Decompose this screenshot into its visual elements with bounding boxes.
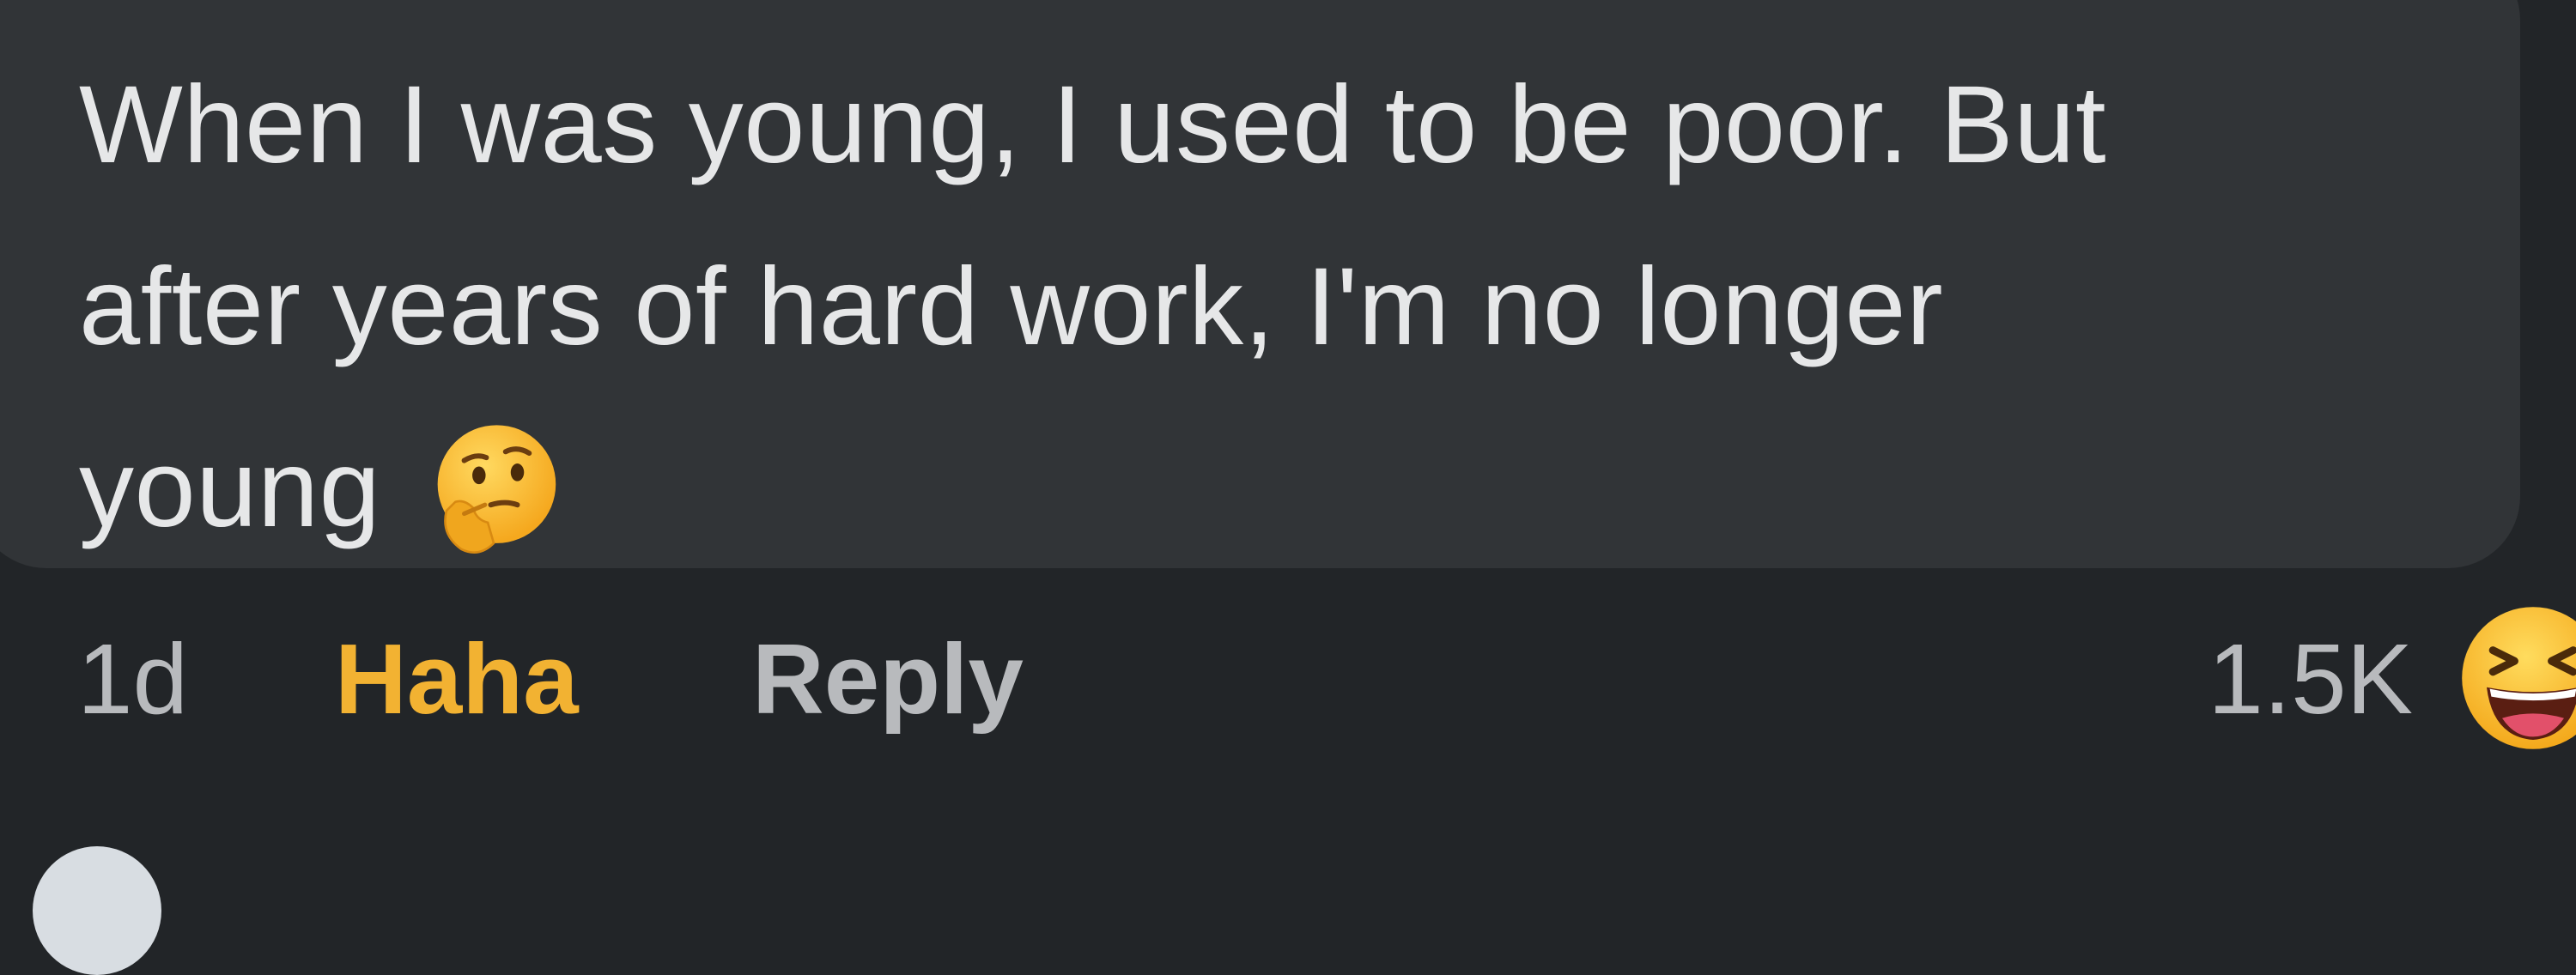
comment-text: When I was young, I used to be poor. But… bbox=[79, 34, 2500, 580]
reaction-count[interactable]: 1.5K bbox=[2208, 615, 2413, 743]
reply-button[interactable]: Reply bbox=[752, 615, 1024, 743]
thinking-face-icon bbox=[437, 425, 556, 554]
next-comment-avatar[interactable] bbox=[33, 846, 161, 975]
comment-actions: 1d Haha Reply 1.5K bbox=[0, 607, 2576, 749]
comment-line-3-text: young bbox=[79, 427, 381, 550]
comment-line-1: When I was young, I used to be poor. But bbox=[79, 64, 2106, 186]
comment-line-3: young bbox=[79, 398, 2500, 580]
haha-reaction-button[interactable]: Haha bbox=[335, 615, 579, 743]
laughing-face-icon[interactable] bbox=[2456, 601, 2576, 755]
timestamp: 1d bbox=[77, 623, 189, 735]
comment-line-2: after years of hard work, I'm no longer bbox=[79, 245, 1944, 368]
